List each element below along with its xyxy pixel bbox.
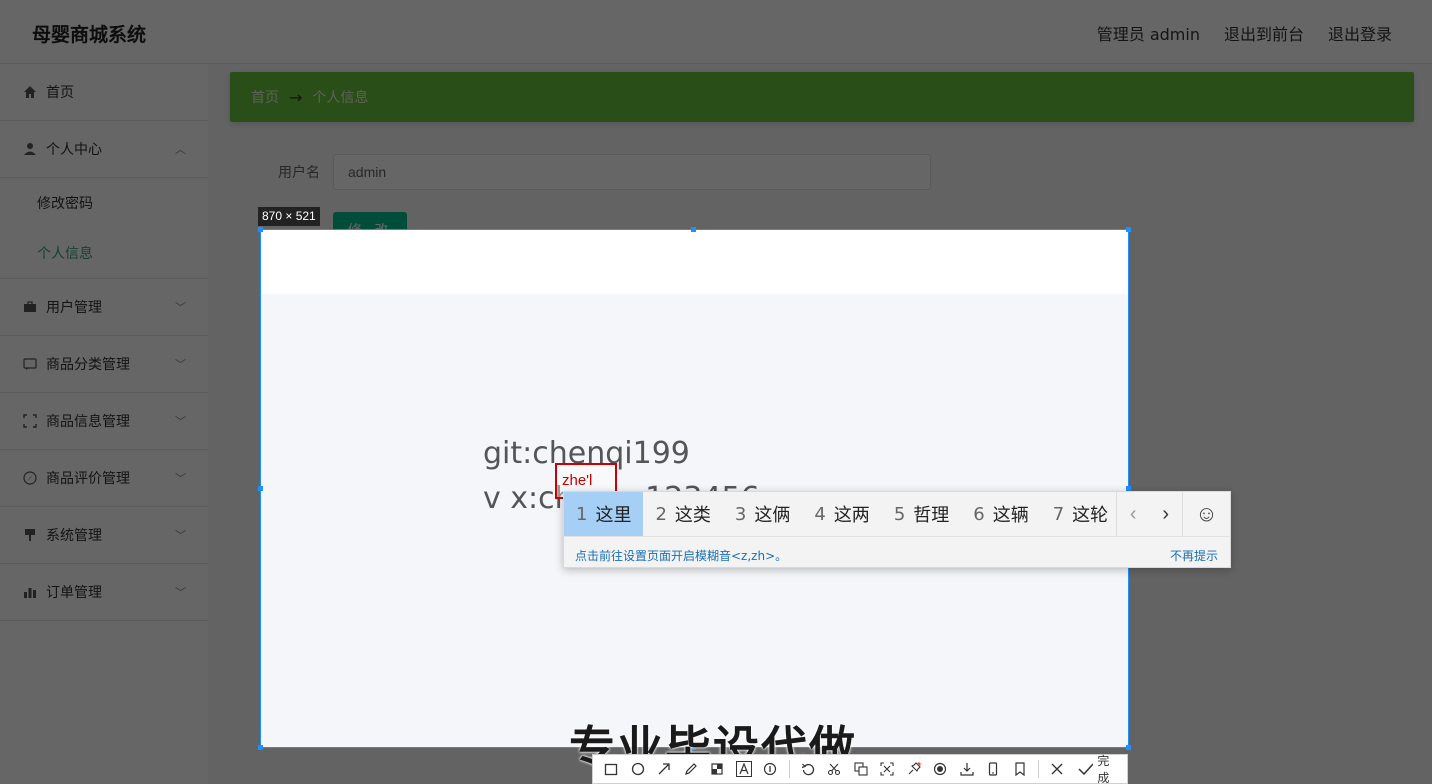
chevron-up-icon: ︿	[175, 143, 186, 156]
ocr-icon[interactable]	[875, 756, 900, 782]
arrow-right-icon: →	[289, 87, 303, 107]
undo-icon[interactable]	[796, 756, 821, 782]
sidebar-subitem-change-password[interactable]: 修改密码	[0, 178, 208, 228]
ime-candidate[interactable]: 2 这类	[643, 492, 722, 536]
resize-handle[interactable]	[1126, 227, 1131, 232]
ime-candidate[interactable]: 5 哲理	[882, 492, 961, 536]
chevron-right-icon[interactable]: ›	[1162, 503, 1169, 526]
emoji-icon[interactable]: ☺	[1182, 492, 1230, 536]
ime-candidate-list: 1 这里 2 这类 3 这俩 4 这两 5 哲理 6 这辆 7 这轮	[564, 492, 1120, 536]
sidebar-item-user-mgmt[interactable]: 用户管理 ﹀	[0, 279, 208, 336]
breadcrumb-current: 个人信息	[312, 90, 369, 106]
chevron-down-icon: ﹀	[175, 529, 186, 542]
arrow-icon[interactable]	[652, 756, 677, 782]
personal-center-submenu: 修改密码 个人信息	[0, 178, 208, 279]
sidebar-item-label: 首页	[46, 85, 74, 101]
chevron-down-icon: ﹀	[175, 358, 186, 371]
exit-to-frontend-link[interactable]: 退出到前台	[1224, 21, 1304, 45]
resize-handle[interactable]	[258, 227, 263, 232]
text-icon[interactable]	[732, 756, 757, 782]
sidebar-item-home[interactable]: 首页	[0, 64, 208, 121]
ime-fuzzy-hint-link[interactable]: 点击前往设置页面开启模糊音<z,zh>。	[575, 547, 787, 564]
sidebar-item-label: 用户管理	[46, 300, 102, 316]
username-input[interactable]: admin	[333, 154, 931, 190]
brush-icon	[22, 527, 38, 543]
breadcrumb: 首页 → 个人信息	[230, 72, 1414, 122]
translate-icon[interactable]	[849, 756, 874, 782]
mosaic-icon[interactable]	[705, 756, 730, 782]
chevron-down-icon: ﹀	[175, 472, 186, 485]
username-row: 用户名 admin	[278, 154, 931, 190]
phone-icon[interactable]	[981, 756, 1006, 782]
toolbar-divider	[788, 760, 790, 778]
sidebar-item-product-mgmt[interactable]: 商品信息管理 ﹀	[0, 393, 208, 450]
header-links: 管理员 admin 退出到前台 退出登录	[1097, 21, 1392, 45]
ime-dismiss-link[interactable]: 不再提示	[1170, 547, 1218, 564]
done-label: 完成	[1097, 754, 1110, 784]
ime-candidate[interactable]: 3 这俩	[723, 492, 802, 536]
ime-candidate-panel: 1 这里 2 这类 3 这俩 4 这两 5 哲理 6 这辆 7 这轮 ‹ › ☺ 点击前往设置…	[563, 491, 1231, 568]
ellipse-icon[interactable]	[626, 756, 651, 782]
screenshot-toolbar: 完成	[592, 754, 1128, 784]
ime-candidate[interactable]: 1 这里	[564, 492, 644, 536]
top-header: 母婴商城系统 管理员 admin 退出到前台 退出登录	[0, 0, 1432, 64]
sidebar-item-category-mgmt[interactable]: 商品分类管理 ﹀	[0, 336, 208, 393]
download-icon[interactable]	[955, 756, 980, 782]
breadcrumb-home[interactable]: 首页	[251, 87, 279, 107]
ime-candidate[interactable]: 7 这轮	[1041, 492, 1120, 536]
message-icon	[22, 356, 38, 372]
record-icon[interactable]	[928, 756, 953, 782]
sidebar-item-label: 商品分类管理	[46, 357, 130, 373]
scissors-icon[interactable]	[822, 756, 847, 782]
sidebar-item-personal-center[interactable]: 个人中心 ︿	[0, 121, 208, 178]
sidebar-item-label: 订单管理	[46, 585, 102, 601]
chevron-down-icon: ﹀	[175, 301, 186, 314]
rectangle-icon[interactable]	[599, 756, 624, 782]
capture-selection[interactable]: git:chenqi199 v x:chen_q123456	[260, 229, 1129, 748]
sidebar-item-label: 系统管理	[46, 528, 102, 544]
home-icon	[22, 84, 38, 100]
check-icon	[1078, 763, 1094, 776]
ime-hint-row: 点击前往设置页面开启模糊音<z,zh>。 不再提示	[564, 536, 1230, 569]
sidebar-item-review-mgmt[interactable]: 商品评价管理 ﹀	[0, 450, 208, 507]
bar-chart-icon	[22, 584, 38, 600]
ime-candidate[interactable]: 4 这两	[802, 492, 881, 536]
resize-handle[interactable]	[691, 227, 696, 232]
done-button[interactable]: 完成	[1072, 752, 1127, 784]
capture-top-band	[261, 230, 1128, 294]
admin-label: 管理员 admin	[1096, 25, 1200, 44]
brand-title: 母婴商城系统	[32, 24, 147, 46]
sidebar-item-label: 个人中心	[46, 142, 102, 158]
pin-icon[interactable]	[902, 756, 927, 782]
close-icon[interactable]	[1045, 756, 1070, 782]
ime-candidate[interactable]: 6 这辆	[961, 492, 1040, 536]
sidebar-item-label: 商品信息管理	[46, 414, 130, 430]
sidebar: 首页 个人中心 ︿ 修改密码 个人信息 用户管理 ﹀ 商品分类管理 ﹀ 商品信息…	[0, 64, 208, 784]
user-icon	[22, 141, 38, 157]
logout-link[interactable]: 退出登录	[1328, 21, 1392, 45]
pen-icon[interactable]	[679, 756, 704, 782]
bookmark-icon[interactable]	[1008, 756, 1033, 782]
sidebar-item-order-mgmt[interactable]: 订单管理 ﹀	[0, 564, 208, 621]
chevron-down-icon: ﹀	[175, 586, 186, 599]
briefcase-icon	[22, 299, 38, 315]
frame-icon	[22, 413, 38, 429]
resize-handle[interactable]	[258, 745, 263, 750]
sidebar-subitem-personal-info[interactable]: 个人信息	[0, 228, 208, 278]
ime-page-nav: ‹ ›	[1116, 492, 1182, 536]
selection-size-label: 870 × 521	[258, 207, 320, 226]
number-icon[interactable]	[758, 756, 783, 782]
compass-icon	[22, 470, 38, 486]
resize-handle[interactable]	[258, 486, 263, 491]
chevron-down-icon: ﹀	[175, 415, 186, 428]
chevron-left-icon[interactable]: ‹	[1130, 503, 1137, 526]
username-label: 用户名	[278, 165, 320, 181]
sidebar-item-label: 商品评价管理	[46, 471, 130, 487]
resize-handle[interactable]	[1126, 745, 1131, 750]
toolbar-divider	[1038, 760, 1040, 778]
sidebar-item-system-mgmt[interactable]: 系统管理 ﹀	[0, 507, 208, 564]
